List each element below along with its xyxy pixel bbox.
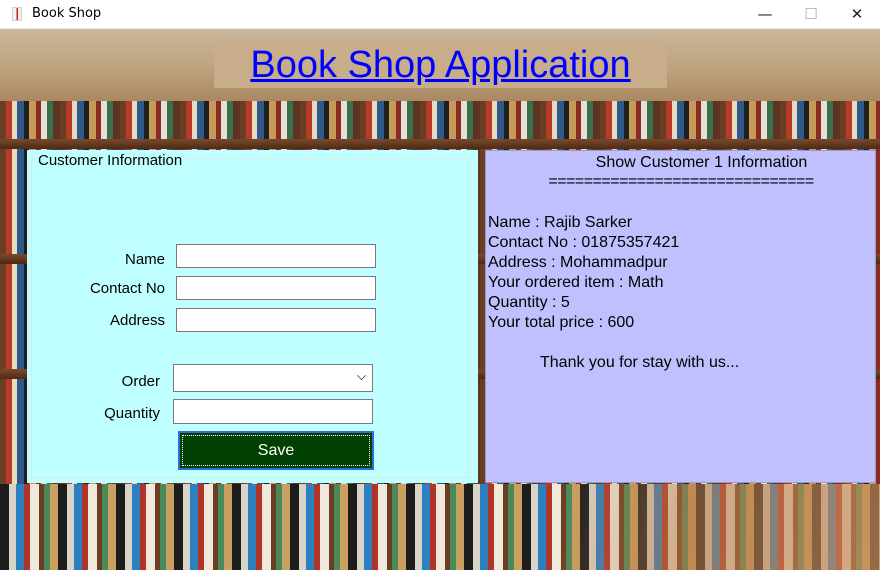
info-divider: ==============================	[548, 173, 814, 190]
info-name: Name : Rajib Sarker	[488, 214, 633, 231]
info-quantity: Quantity : 5	[488, 294, 570, 311]
info-title: Show Customer 1 Information	[595, 154, 808, 171]
contact-no-input[interactable]	[176, 276, 376, 300]
window-title-bar: Book Shop — ☐ ✕	[0, 0, 880, 29]
maximize-button[interactable]: ☐	[788, 0, 834, 28]
address-input[interactable]	[176, 308, 376, 332]
info-address: Address : Mohammadpur	[488, 254, 668, 271]
minimize-button[interactable]: —	[742, 0, 788, 28]
quantity-label: Quantity	[104, 405, 160, 422]
bookshelf-plank	[0, 139, 880, 149]
window-title: Book Shop	[32, 6, 102, 21]
order-label: Order	[121, 373, 160, 390]
chevron-down-icon[interactable]	[357, 371, 366, 380]
app-icon	[12, 7, 22, 21]
close-button[interactable]: ✕	[834, 0, 880, 28]
floor-background-image	[560, 484, 880, 570]
app-heading: Book Shop Application	[214, 42, 667, 88]
client-area: Book Shop Application Customer Informati…	[0, 29, 880, 570]
info-ordered-item: Your ordered item : Math	[488, 274, 664, 291]
name-label: Name	[124, 251, 165, 268]
save-button[interactable]: Save	[178, 431, 374, 470]
quantity-input[interactable]	[173, 399, 373, 424]
info-contact: Contact No : 01875357421	[488, 234, 680, 251]
info-thanks-message: Thank you for stay with us...	[540, 354, 740, 371]
contact-no-label: Contact No	[89, 280, 165, 297]
address-label: Address	[109, 312, 165, 329]
customer-info-display-panel: Show Customer 1 Information ============…	[485, 150, 876, 483]
group-title: Customer Information	[36, 152, 185, 169]
info-total-price: Your total price : 600	[488, 314, 635, 331]
customer-information-panel: Customer Information Name Contact No Add…	[27, 150, 478, 483]
order-select[interactable]	[173, 364, 373, 392]
name-input[interactable]	[176, 244, 376, 268]
